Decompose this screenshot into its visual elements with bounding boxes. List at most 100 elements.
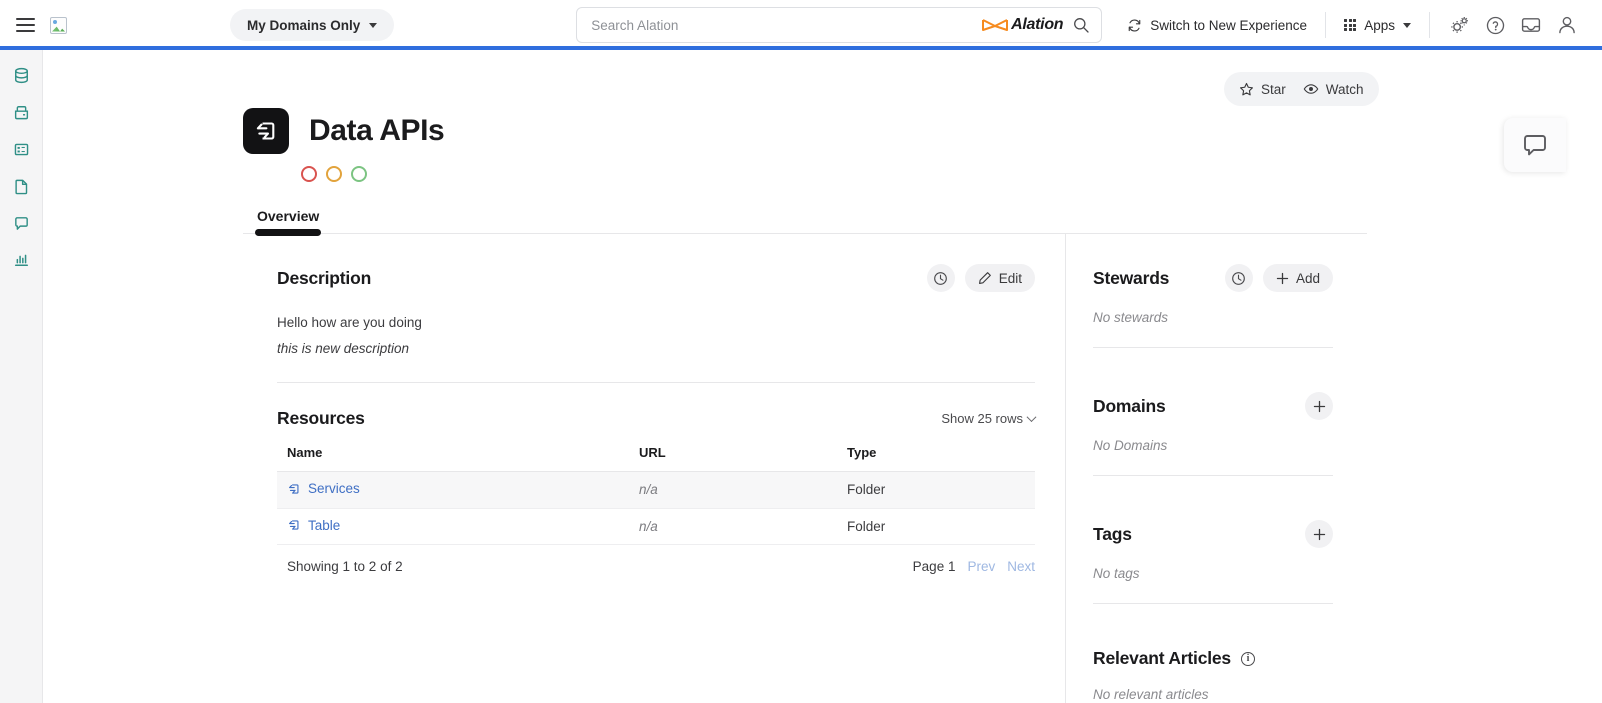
resources-section: Resources Show 25 rows Name URL Type Ser… — [277, 383, 1037, 574]
description-history-button[interactable] — [926, 264, 955, 292]
rail-item-box[interactable] — [8, 99, 34, 125]
app-body: Star Watch Data APIs Overview Descriptio… — [0, 50, 1602, 703]
star-watch-toolbar: Star Watch — [1224, 72, 1379, 106]
hamburger-menu-icon[interactable] — [10, 10, 40, 40]
resource-link-services[interactable]: Services — [287, 481, 360, 496]
warning-badge[interactable] — [326, 166, 342, 182]
endorsement-badge[interactable] — [351, 166, 367, 182]
left-icon-rail — [0, 50, 43, 703]
relevant-articles-title: Relevant Articles — [1093, 648, 1231, 668]
deprecation-badge[interactable] — [301, 166, 317, 182]
description-line: Hello how are you doing — [277, 315, 422, 330]
search-box[interactable]: Alation — [576, 7, 1103, 43]
show-rows-label: Show 25 rows — [941, 411, 1023, 426]
grid-apps-icon — [1344, 18, 1357, 32]
table-row[interactable]: Services n/a Folder — [277, 471, 1035, 509]
right-side-panel: Stewards Add No stewards Domains No Doma… — [1065, 234, 1367, 703]
tags-title: Tags — [1093, 523, 1132, 544]
plus-icon — [1313, 528, 1325, 540]
title-row: Data APIs — [243, 108, 1602, 154]
stewards-empty-state: No stewards — [1093, 310, 1169, 325]
brand-logo-placeholder-icon — [50, 16, 67, 34]
apps-menu-button[interactable]: Apps — [1326, 18, 1429, 33]
data-api-icon — [289, 520, 299, 530]
show-rows-dropdown[interactable]: Show 25 rows — [941, 411, 1037, 426]
data-api-icon — [289, 483, 299, 494]
showing-count-label: Showing 1 to 2 of 2 — [287, 559, 403, 574]
relevant-articles-header: Relevant Articles i — [1093, 648, 1333, 669]
content-columns: Description Edit Hello how are you doing… — [243, 234, 1367, 703]
resources-title: Resources — [277, 408, 365, 428]
rail-item-table[interactable] — [8, 136, 34, 162]
tab-overview-label: Overview — [257, 208, 320, 224]
column-header-url[interactable]: URL — [629, 445, 837, 472]
pagination: Page 1 Prev Next — [913, 559, 1035, 574]
inbox-icon — [1521, 18, 1541, 32]
settings-gears-button[interactable] — [1442, 8, 1476, 42]
rail-item-bar-chart[interactable] — [8, 247, 34, 273]
pencil-icon — [978, 272, 991, 284]
user-profile-button[interactable] — [1550, 8, 1584, 42]
domains-title: Domains — [1093, 395, 1166, 416]
table-header-row: Name URL Type — [277, 445, 1035, 472]
chevron-down-icon — [369, 22, 378, 28]
search-input[interactable] — [591, 17, 983, 33]
next-page-button[interactable]: Next — [1007, 559, 1035, 574]
domain-filter-dropdown[interactable]: My Domains Only — [230, 9, 395, 41]
stewards-section: Stewards Add No stewards — [1093, 264, 1333, 392]
stewards-title: Stewards — [1093, 267, 1170, 288]
stewards-add-button[interactable]: Add — [1262, 264, 1333, 292]
resources-header: Resources Show 25 rows — [277, 408, 1037, 429]
prev-page-button[interactable]: Prev — [967, 559, 995, 574]
description-section: Description Edit Hello how are you doing… — [277, 264, 1035, 382]
clock-history-icon — [1232, 271, 1246, 285]
side-divider — [1093, 347, 1333, 348]
apps-label: Apps — [1364, 17, 1395, 33]
description-edit-button[interactable]: Edit — [964, 264, 1035, 292]
data-api-icon — [256, 122, 275, 140]
column-header-type[interactable]: Type — [837, 445, 1035, 472]
rail-item-database[interactable] — [8, 62, 34, 88]
search-icon[interactable] — [1073, 17, 1089, 33]
stewards-add-label: Add — [1295, 270, 1320, 286]
refresh-icon — [1128, 19, 1141, 31]
stewards-history-button[interactable] — [1224, 264, 1253, 292]
switch-experience-label: Switch to New Experience — [1150, 17, 1308, 33]
domain-filter-label: My Domains Only — [247, 17, 361, 33]
box-icon — [14, 105, 28, 119]
rail-item-comment[interactable] — [8, 210, 34, 236]
switch-experience-button[interactable]: Switch to New Experience — [1127, 18, 1325, 33]
cell-type: Folder — [837, 471, 1035, 509]
stewards-header: Stewards Add — [1093, 264, 1333, 292]
help-button[interactable] — [1478, 8, 1512, 42]
domains-add-button[interactable] — [1305, 392, 1333, 420]
tags-add-button[interactable] — [1305, 520, 1333, 548]
chat-bubble-icon — [1524, 135, 1546, 156]
description-title: Description — [277, 267, 372, 288]
column-header-name[interactable]: Name — [277, 445, 629, 472]
user-icon — [1559, 16, 1575, 34]
domains-section: Domains No Domains — [1093, 392, 1333, 520]
watch-button[interactable]: Watch — [1303, 81, 1364, 97]
tags-header: Tags — [1093, 520, 1333, 548]
top-header-bar: My Domains Only Alation Switch to New Ex… — [0, 0, 1602, 50]
rail-item-document[interactable] — [8, 173, 34, 199]
gears-icon — [1450, 16, 1468, 33]
inbox-button[interactable] — [1514, 8, 1548, 42]
alation-wordmark: Alation — [1011, 16, 1064, 33]
resource-link-table[interactable]: Table — [287, 518, 340, 533]
star-button[interactable]: Star — [1239, 82, 1286, 97]
bar-chart-icon — [14, 254, 28, 266]
page-content: Star Watch Data APIs Overview Descriptio… — [43, 50, 1602, 703]
database-icon — [14, 67, 28, 83]
tags-section: Tags No tags — [1093, 520, 1333, 648]
info-circle-icon[interactable]: i — [1240, 651, 1255, 666]
resource-name-label: Services — [308, 481, 360, 496]
side-divider — [1093, 603, 1333, 604]
tab-overview[interactable]: Overview — [243, 208, 333, 236]
table-row[interactable]: Table n/a Folder — [277, 508, 1035, 545]
header-icon-group — [1430, 8, 1584, 42]
data-api-entity-icon — [243, 108, 289, 154]
cell-url: n/a — [629, 508, 837, 545]
chat-widget-button[interactable] — [1504, 118, 1566, 172]
